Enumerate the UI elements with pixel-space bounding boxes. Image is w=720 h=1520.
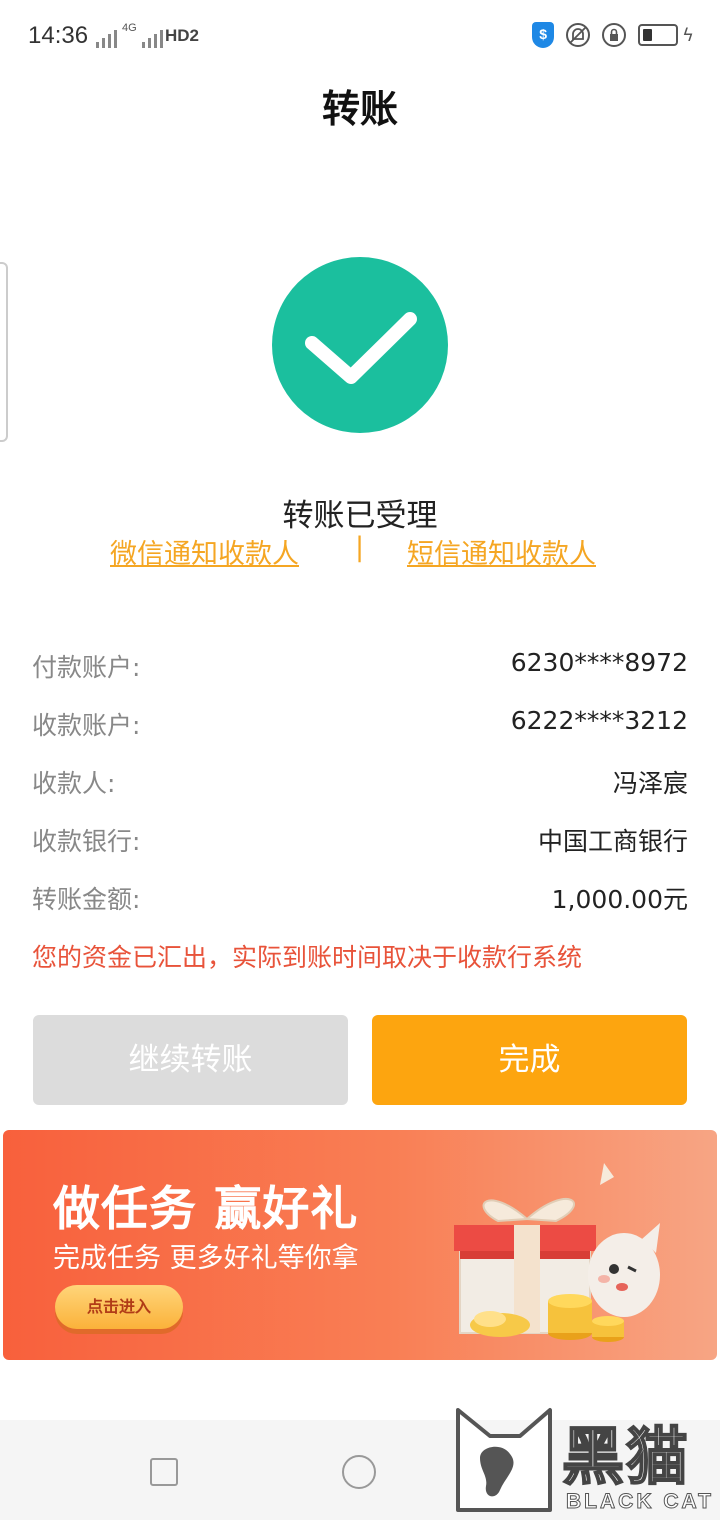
detail-row-payee-account: 收款账户: 6222****3212 <box>32 706 688 746</box>
charging-icon: ϟ <box>682 24 694 46</box>
edge-handle[interactable] <box>0 262 8 442</box>
detail-value: 6222****3212 <box>510 706 688 735</box>
detail-value: 冯泽宸 <box>612 769 688 798</box>
hd-icon: HD2 <box>165 26 200 45</box>
watermark-cn: 黑猫 <box>561 1419 691 1494</box>
notify-separator: | <box>355 532 365 563</box>
done-button[interactable]: 完成 <box>372 1015 687 1105</box>
promo-banner[interactable]: 做任务 赢好礼 完成任务 更多好礼等你拿 点击进入 <box>3 1130 717 1360</box>
detail-row-payee-bank: 收款银行: 中国工商银行 <box>32 822 688 862</box>
banner-enter-button[interactable]: 点击进入 <box>55 1285 183 1329</box>
notify-row: 微信通知收款人 | 短信通知收款人 <box>0 532 720 576</box>
detail-label: 收款人: <box>32 769 116 798</box>
signal-icon: 4G <box>96 22 163 48</box>
detail-value: 中国工商银行 <box>537 827 688 856</box>
continue-transfer-button[interactable]: 继续转账 <box>33 1015 348 1105</box>
recent-apps-icon[interactable] <box>150 1458 178 1486</box>
detail-value: 6230****8972 <box>510 648 688 677</box>
status-time: 14:36 <box>28 22 89 49</box>
detail-row-amount: 转账金额: 1,000.00元 <box>32 880 688 920</box>
shield-icon: $ <box>532 22 555 48</box>
banner-subtitle: 完成任务 更多好礼等你拿 <box>53 1243 359 1274</box>
page-title: 转账 <box>321 87 398 131</box>
watermark-en: BLACK CAT <box>566 1490 714 1514</box>
detail-label: 转账金额: <box>32 885 141 914</box>
detail-label: 付款账户: <box>32 653 141 682</box>
detail-value: 1,000.00元 <box>551 885 688 914</box>
status-icons: $ ϟ <box>532 22 694 48</box>
detail-label: 收款账户: <box>32 711 141 740</box>
gift-box-icon <box>454 1163 660 1342</box>
status-bar: 14:36 4G HD2 $ ϟ <box>0 0 720 70</box>
detail-row-payee-name: 收款人: 冯泽宸 <box>32 764 688 804</box>
battery-icon <box>638 24 679 46</box>
black-cat-logo-icon <box>456 1408 552 1512</box>
success-badge <box>272 257 448 433</box>
detail-row-payer-account: 付款账户: 6230****8972 <box>32 648 688 688</box>
network-type: 4G <box>122 22 137 34</box>
notify-wechat-link[interactable]: 微信通知收款人 <box>110 532 299 571</box>
notify-sms-link[interactable]: 短信通知收款人 <box>407 532 596 571</box>
bell-off-icon <box>566 23 591 47</box>
watermark: 黑猫 BLACK CAT <box>446 1398 720 1520</box>
lock-icon <box>602 23 627 47</box>
home-icon[interactable] <box>342 1455 376 1489</box>
check-icon <box>305 312 417 384</box>
banner-title: 做任务 赢好礼 <box>53 1182 359 1237</box>
transfer-notice: 您的资金已汇出，实际到账时间取决于收款行系统 <box>32 943 583 972</box>
detail-label: 收款银行: <box>32 827 141 856</box>
success-message: 转账已受理 <box>282 498 438 534</box>
